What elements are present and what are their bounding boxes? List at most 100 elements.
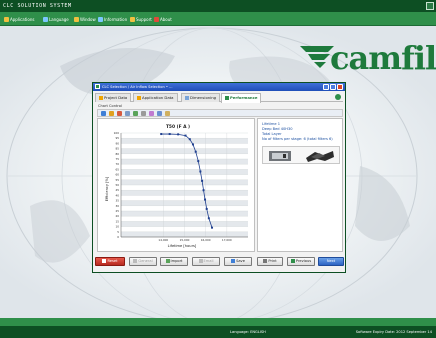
import-icon <box>165 258 170 263</box>
y-tick-label: 70 <box>115 162 119 166</box>
info-product: Deep Bed 40H30 <box>262 127 293 131</box>
app-menubar: Applications Language Window Information… <box>0 12 436 26</box>
dimensioning-icon <box>185 95 189 100</box>
menu-about[interactable]: About <box>154 16 172 23</box>
app-titlebar: CLC SOLUTION SYSTEM <box>0 0 436 12</box>
app-title: CLC SOLUTION SYSTEM <box>3 3 72 9</box>
chart-control-label: Chart Control <box>98 104 123 108</box>
menu-window[interactable]: Window <box>74 16 96 23</box>
footer-bar: Reset General Import Email Save Print Pr… <box>95 257 345 267</box>
y-tick-label: 90 <box>115 141 119 145</box>
data-point <box>199 170 202 173</box>
y-tick-label: 25 <box>115 209 119 213</box>
y-tick-label: 65 <box>115 167 119 171</box>
zoom-tool-icon[interactable] <box>149 111 154 116</box>
menu-information[interactable]: Information <box>98 16 127 23</box>
open-tool-icon[interactable] <box>109 111 114 116</box>
help-icon[interactable] <box>335 94 341 100</box>
chart-title: T50 (F A ) <box>166 124 190 130</box>
y-tick-label: 5 <box>117 230 119 234</box>
application-icon <box>137 95 141 100</box>
window-titlebar[interactable]: CLC Selection / Air Inflow Selection • .… <box>93 83 345 91</box>
next-button[interactable]: Next <box>318 257 344 266</box>
data-point <box>204 198 207 201</box>
y-tick-label: 75 <box>115 157 119 161</box>
support-icon <box>130 17 135 22</box>
info-lifetime: Lifetime 1 <box>262 122 281 126</box>
app-window-control[interactable] <box>426 2 434 10</box>
y-tick-label: 80 <box>115 152 119 156</box>
tab-performance[interactable]: Performance <box>221 93 262 103</box>
product-images <box>262 146 340 164</box>
y-tick-label: 0 <box>117 235 119 239</box>
y-tick-label: 60 <box>115 173 119 177</box>
chart-grid <box>121 132 248 238</box>
product-info-panel: Lifetime 1 Deep Bed 40H30 Total Layer No… <box>257 118 343 252</box>
general-button[interactable]: General <box>129 257 157 266</box>
data-point <box>184 134 187 137</box>
save-tool-icon[interactable] <box>117 111 122 116</box>
data-point <box>188 138 191 141</box>
data-point <box>202 189 205 192</box>
tab-application-data[interactable]: Application Data <box>133 93 178 102</box>
select-tool-icon[interactable] <box>101 111 106 116</box>
print-tool-icon[interactable] <box>141 111 146 116</box>
data-point <box>207 217 210 220</box>
tab-dimensioning[interactable]: Dimensioning <box>181 93 221 102</box>
legend-tool-icon[interactable] <box>157 111 162 116</box>
maximize-button[interactable] <box>330 84 336 90</box>
menu-language[interactable]: Language <box>43 16 69 23</box>
data-point <box>168 133 171 136</box>
x-tick-label: 15,000 <box>180 238 190 242</box>
minimize-button[interactable] <box>323 84 329 90</box>
reset-icon <box>102 258 107 263</box>
save-button[interactable]: Save <box>224 257 252 266</box>
apps-icon <box>4 17 9 22</box>
close-button[interactable] <box>337 84 343 90</box>
tab-project-data[interactable]: Project Data <box>95 93 132 102</box>
info-icon <box>98 17 103 22</box>
y-tick-label: 45 <box>115 188 119 192</box>
previous-arrow-icon <box>290 258 295 263</box>
print-button[interactable]: Print <box>257 257 283 266</box>
info-filters: No of filters per stage: 6 (total filter… <box>262 137 333 141</box>
x-tick-label: 16,000 <box>201 238 211 242</box>
x-tick-label: 14,000 <box>158 238 168 242</box>
y-tick-label: 15 <box>115 219 119 223</box>
properties-tool-icon[interactable] <box>165 111 170 116</box>
app-statusbar: Language: ENGLISH Software Expiry Date: … <box>0 326 436 338</box>
data-point <box>201 179 204 182</box>
chart-panel: 0 5 10 15 20 25 30 35 40 45 50 55 60 65 70 75 80 85 90 95 10… <box>97 118 255 252</box>
print-icon <box>263 258 268 263</box>
x-axis-label: Lifetime [hours] <box>168 244 197 248</box>
y-tick-label: 95 <box>115 136 119 140</box>
y-tick-label: 20 <box>115 214 119 218</box>
y-tick-label: 85 <box>115 147 119 151</box>
project-icon <box>99 95 103 100</box>
copy-tool-icon[interactable] <box>125 111 130 116</box>
efficiency-chart: 0510 1520253035 4045505560 6570758085 909510… <box>105 124 248 248</box>
import-button[interactable]: Import <box>160 257 188 266</box>
y-tick-label: 35 <box>115 199 119 203</box>
menu-support[interactable]: Support <box>130 16 152 23</box>
y-tick-label: 40 <box>115 193 119 197</box>
performance-window: CLC Selection / Air Inflow Selection • .… <box>92 82 346 273</box>
data-point <box>177 133 180 136</box>
data-point <box>191 143 194 146</box>
y-axis-label: Efficiency [%] <box>105 176 109 201</box>
previous-button[interactable]: Previous <box>287 257 315 266</box>
menu-applications[interactable]: Applications <box>4 16 34 23</box>
reset-button[interactable]: Reset <box>95 257 125 266</box>
y-tick-label: 100 <box>114 131 120 135</box>
filter-cartridge-image <box>306 151 334 162</box>
data-point <box>160 133 163 136</box>
tab-row: Project Data Application Data Dimensioni… <box>95 93 343 103</box>
data-point <box>205 207 208 210</box>
data-point <box>194 150 197 153</box>
status-expiry: Software Expiry Date: 2012 September 14 <box>355 330 432 334</box>
email-button[interactable]: Email <box>192 257 220 266</box>
filter-housing-image <box>269 151 291 161</box>
chart-toolbar <box>97 109 343 117</box>
language-icon <box>43 17 48 22</box>
grid-tool-icon[interactable] <box>133 111 138 116</box>
